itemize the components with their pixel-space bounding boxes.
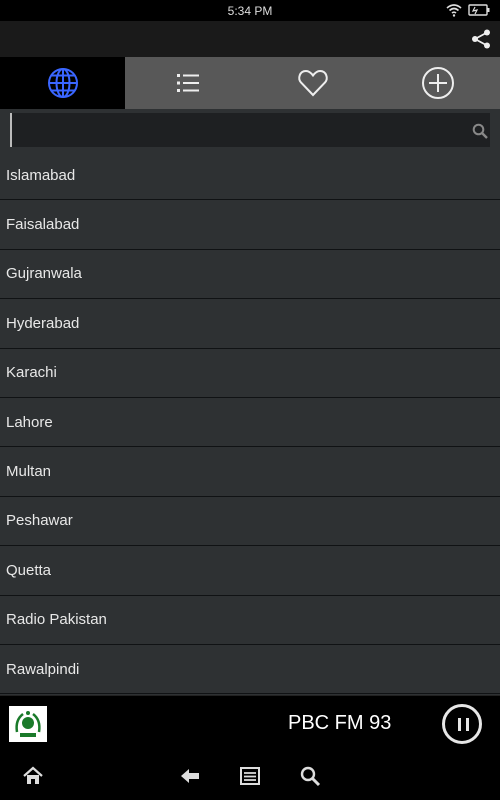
list-item[interactable]: Rawalpindi [0, 645, 500, 695]
globe-icon [47, 68, 78, 98]
tab-list[interactable] [125, 57, 250, 109]
home-icon[interactable] [22, 765, 44, 787]
list-icon [176, 74, 199, 92]
list-item[interactable]: Radio Pakistan [0, 596, 500, 645]
station-name: PBC FM 93 [288, 712, 392, 734]
share-icon[interactable] [470, 28, 492, 50]
system-nav-bar [0, 751, 500, 800]
city-list: Islamabad Faisalabad Gujranwala Hyderaba… [0, 151, 500, 695]
search-bar [0, 109, 500, 151]
list-item[interactable]: Islamabad [0, 151, 500, 201]
list-item[interactable]: Karachi [0, 349, 500, 398]
list-item[interactable]: Quetta [0, 546, 500, 596]
wifi-icon [446, 4, 462, 17]
menu-icon[interactable] [239, 765, 261, 787]
status-time: 5:34 PM [227, 4, 273, 18]
tab-add[interactable] [375, 57, 500, 109]
back-icon[interactable] [179, 765, 201, 787]
list-item[interactable]: Faisalabad [0, 200, 500, 250]
list-item[interactable]: Multan [0, 447, 500, 497]
tab-favorites[interactable] [250, 57, 375, 109]
list-item[interactable]: Lahore [0, 398, 500, 448]
list-item[interactable]: Hyderabad [0, 299, 500, 349]
search-icon[interactable] [472, 123, 488, 139]
status-bar: 5:34 PM [0, 0, 500, 21]
search-nav-icon[interactable] [299, 765, 321, 787]
action-bar [0, 21, 500, 57]
station-logo [9, 706, 47, 742]
battery-icon [468, 4, 490, 16]
search-input[interactable] [10, 113, 490, 147]
pause-button[interactable] [442, 704, 482, 744]
list-item[interactable]: Gujranwala [0, 250, 500, 300]
now-playing-bar: PBC FM 93 [0, 695, 500, 751]
tab-bar [0, 57, 500, 109]
tab-globe[interactable] [0, 57, 125, 109]
heart-icon [297, 69, 328, 97]
add-icon [421, 67, 454, 99]
list-item[interactable]: Peshawar [0, 497, 500, 547]
